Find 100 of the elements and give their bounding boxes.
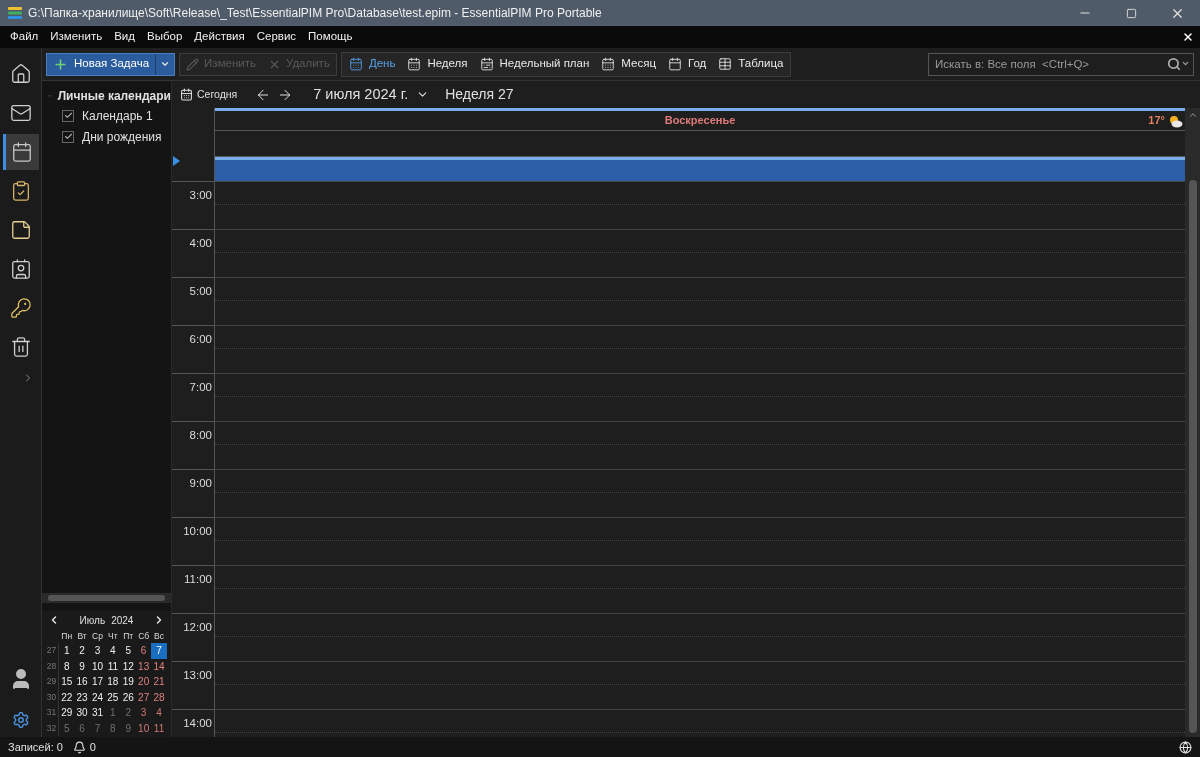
window-title: G:\Папка-хранилище\Soft\Release\_Test\EssentialPIM Pro\Database\test.epim - EssentialPIM Pro Portable — [28, 5, 602, 22]
day-cell[interactable]: 5 — [59, 720, 75, 736]
settings-icon[interactable] — [11, 711, 30, 729]
day-cell[interactable]: 2 — [120, 705, 136, 721]
day-cell[interactable]: 2 — [74, 643, 90, 659]
day-cell[interactable]: 20 — [135, 674, 152, 690]
day-cell[interactable]: 9 — [74, 658, 90, 674]
caret-icon[interactable] — [1181, 59, 1190, 68]
day-cell[interactable]: 10 — [135, 720, 152, 736]
day-cell[interactable]: 3 — [135, 705, 152, 721]
week-number: 30 — [45, 689, 59, 705]
day-cell[interactable]: 4 — [151, 705, 167, 721]
menu-item[interactable]: Выбор — [140, 28, 189, 46]
day-cell[interactable]: 25 — [105, 689, 121, 705]
day-cell[interactable]: 8 — [105, 720, 121, 736]
vertical-scrollbar[interactable] — [1185, 108, 1200, 737]
today-button[interactable]: Сегодня — [180, 86, 238, 103]
day-cell[interactable]: 12 — [120, 658, 136, 674]
day-name: Воскресенье — [664, 113, 736, 129]
day-cell[interactable]: 7 — [89, 720, 106, 736]
day-cell[interactable]: 24 — [89, 689, 106, 705]
hour-label: 9:00 — [189, 476, 212, 491]
day-cell[interactable]: 27 — [135, 689, 152, 705]
app-logo-icon — [8, 7, 22, 19]
nav-rail-button[interactable] — [2, 134, 39, 170]
day-cell[interactable]: 23 — [74, 689, 90, 705]
day-cell[interactable]: 14 — [151, 658, 167, 674]
calendar-name[interactable]: Календарь 1 — [82, 106, 153, 125]
day-cell[interactable]: 1 — [105, 705, 121, 721]
view-tab[interactable]: Год — [663, 53, 712, 75]
search-icon[interactable] — [1167, 56, 1181, 71]
day-cell[interactable]: 11 — [151, 720, 167, 736]
hour-label: 8:00 — [189, 428, 212, 443]
check-icon — [63, 132, 73, 141]
day-cell[interactable]: 10 — [89, 658, 106, 674]
calendar-icon — [718, 57, 733, 71]
weekday-label: Пт — [122, 630, 135, 643]
day-cell[interactable]: 1 — [59, 643, 75, 659]
calendar-icon — [601, 57, 616, 71]
day-cell[interactable]: 9 — [120, 720, 136, 736]
check-icon — [63, 111, 73, 120]
calendar-icon — [348, 57, 363, 71]
weekday-label: Чт — [107, 630, 119, 643]
view-tab[interactable]: День — [343, 53, 401, 75]
view-tab[interactable]: Неделя — [402, 53, 473, 75]
checkbox[interactable] — [62, 130, 74, 143]
day-cell[interactable]: 3 — [89, 643, 106, 659]
checkbox[interactable] — [62, 109, 74, 122]
selected-time-slot[interactable] — [215, 157, 1185, 181]
dropdown-button[interactable] — [155, 53, 175, 75]
week-label: Неделя 27 — [445, 85, 514, 104]
day-cell[interactable]: 6 — [135, 643, 152, 659]
calendar-name[interactable]: Дни рождения — [82, 127, 162, 146]
day-cell[interactable]: 15 — [59, 674, 75, 690]
day-cell[interactable]: 6 — [74, 720, 90, 736]
week-number: 28 — [45, 658, 59, 674]
temperature: 17° — [1148, 113, 1165, 129]
search-field[interactable]: Искать в: Все поля <Ctrl+Q> — [928, 52, 1194, 76]
day-cell[interactable]: 30 — [74, 705, 90, 721]
date-picker[interactable]: 7 июля 2024 г. — [313, 83, 430, 106]
day-cell[interactable]: 31 — [89, 705, 106, 721]
day-cell[interactable]: 16 — [74, 674, 90, 690]
menu-item[interactable]: Помощь — [302, 28, 359, 46]
menu-item[interactable]: Файл — [4, 28, 45, 46]
globe-icon[interactable] — [1179, 740, 1192, 754]
week-number: 29 — [45, 674, 59, 690]
day-cell[interactable]: 22 — [59, 689, 75, 705]
day-cell[interactable]: 26 — [120, 689, 136, 705]
day-cell[interactable]: 21 — [151, 674, 167, 690]
calendar-icon — [407, 57, 422, 71]
calendar-group-header[interactable]: Личные календари — [42, 81, 171, 105]
day-cell[interactable]: 17 — [89, 674, 106, 690]
weekday-label: Вт — [76, 630, 88, 643]
view-tab[interactable]: Недельный план — [474, 53, 595, 75]
day-cell[interactable]: 11 — [105, 658, 121, 674]
day-cell[interactable]: 13 — [135, 658, 152, 674]
menu-item[interactable]: Сервис — [250, 28, 303, 46]
menu-item[interactable]: Действия — [188, 28, 251, 46]
day-cell[interactable]: 28 — [151, 689, 167, 705]
hour-label: 5:00 — [189, 284, 212, 299]
records-count: Записей: 0 — [8, 739, 63, 755]
day-cell[interactable]: 29 — [59, 705, 75, 721]
close-icon[interactable] — [1182, 31, 1194, 43]
horizontal-scrollbar[interactable] — [42, 593, 171, 603]
menu-item[interactable]: Изменить — [44, 28, 109, 46]
menu-item[interactable]: Вид — [108, 28, 141, 46]
day-cell[interactable]: 19 — [120, 674, 136, 690]
view-tab[interactable]: Месяц — [596, 53, 661, 75]
view-tab[interactable]: Таблица — [713, 53, 789, 75]
bell-icon[interactable] — [72, 740, 86, 754]
reminders-count: 0 — [89, 739, 96, 755]
contact-card-icon — [9, 258, 32, 280]
day-cell[interactable]: 7 — [151, 643, 167, 659]
new-task-button[interactable]: Новая Задача — [47, 53, 156, 75]
day-cell[interactable]: 5 — [120, 643, 136, 659]
day-cell[interactable]: 18 — [105, 674, 121, 690]
scroll-up-icon[interactable] — [1187, 110, 1198, 120]
week-number: 27 — [45, 643, 59, 659]
day-cell[interactable]: 8 — [59, 658, 75, 674]
day-cell[interactable]: 4 — [105, 643, 121, 659]
